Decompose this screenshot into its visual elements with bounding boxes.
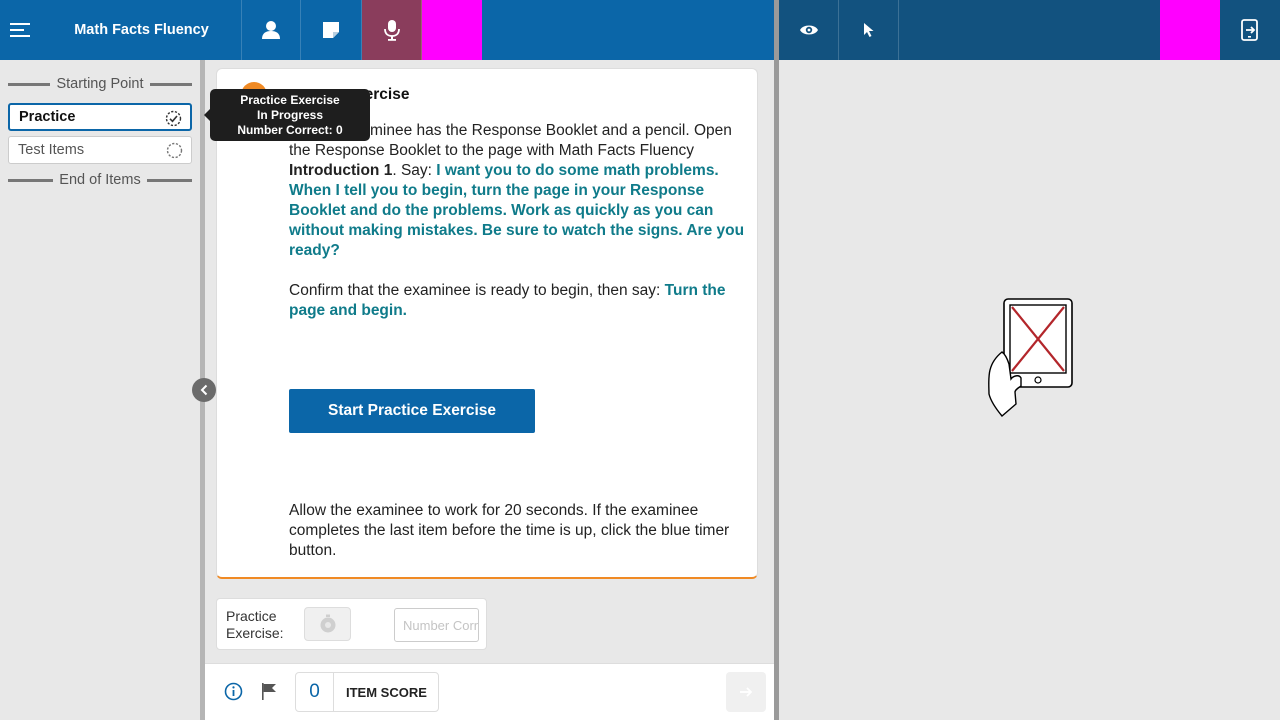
end-of-items-marker: End of Items bbox=[8, 172, 192, 188]
microphone-icon bbox=[383, 20, 400, 41]
exit-button[interactable] bbox=[1220, 0, 1280, 60]
examinee-button[interactable] bbox=[242, 0, 301, 60]
start-practice-exercise-button[interactable]: Start Practice Exercise bbox=[289, 389, 535, 433]
view-button[interactable] bbox=[779, 0, 839, 60]
divider-line bbox=[8, 178, 54, 182]
tablet-disconnected-icon bbox=[988, 298, 1073, 417]
sidebar-item-test-items[interactable]: Test Items bbox=[8, 136, 192, 164]
tooltip-status: In Progress bbox=[256, 108, 324, 122]
instruction-paragraph-1: that the examinee has the Response Bookl… bbox=[289, 121, 745, 261]
microphone-button[interactable] bbox=[362, 0, 422, 60]
app-title: Math Facts Fluency bbox=[42, 0, 242, 60]
sidebar-item-practice[interactable]: Practice bbox=[8, 103, 192, 131]
arrow-right-icon bbox=[740, 687, 753, 697]
starting-point-label: Starting Point bbox=[56, 76, 144, 92]
end-of-items-label: End of Items bbox=[59, 172, 141, 188]
practice-exercise-label: Practice Exercise: bbox=[226, 608, 284, 641]
divider-line bbox=[146, 178, 192, 182]
stopwatch-icon bbox=[320, 614, 335, 633]
highlight-block-left bbox=[422, 0, 482, 60]
instruction-paragraph-2: Confirm that the examinee is ready to be… bbox=[289, 281, 745, 321]
divider-line bbox=[8, 82, 51, 86]
next-item-button[interactable] bbox=[726, 672, 766, 712]
menu-button[interactable] bbox=[0, 0, 42, 60]
number-correct-input[interactable] bbox=[394, 608, 479, 642]
practice-exercise-panel: Practice Exercise: bbox=[216, 598, 487, 650]
bottom-bar bbox=[205, 663, 774, 720]
exit-icon bbox=[1241, 19, 1258, 41]
tooltip-number-correct: Number Correct: 0 bbox=[237, 123, 343, 137]
timer-button[interactable] bbox=[304, 607, 351, 641]
item-status-tooltip: Practice Exercise In Progress Number Cor… bbox=[204, 89, 370, 141]
sidebar-item-label: Practice bbox=[19, 109, 76, 125]
introduction-reference: Introduction 1 bbox=[289, 162, 393, 179]
not-started-icon bbox=[166, 142, 183, 159]
sidebar-item-label: Test Items bbox=[18, 142, 85, 158]
chevron-left-icon bbox=[200, 384, 208, 396]
menu-icon bbox=[10, 23, 30, 37]
pointer-icon bbox=[863, 23, 873, 37]
person-icon bbox=[262, 21, 280, 39]
in-progress-check-icon bbox=[165, 110, 182, 127]
info-icon[interactable] bbox=[224, 682, 243, 701]
eye-icon bbox=[799, 25, 818, 35]
timing-instruction: Allow the examinee to work for 20 second… bbox=[289, 502, 730, 559]
notes-icon bbox=[323, 22, 339, 38]
tooltip-title: Practice Exercise bbox=[240, 93, 340, 107]
starting-point-marker: Starting Point bbox=[8, 76, 192, 92]
collapse-sidebar-button[interactable] bbox=[192, 378, 216, 402]
pointer-button[interactable] bbox=[839, 0, 899, 60]
instruction-text: that the examinee has the Response Bookl… bbox=[289, 121, 745, 321]
say-prefix: . Say: bbox=[392, 162, 437, 179]
flag-icon[interactable] bbox=[260, 682, 278, 701]
item-score-box: 0 ITEM SCORE bbox=[295, 672, 439, 712]
highlight-block-right bbox=[1160, 0, 1220, 60]
notes-button[interactable] bbox=[301, 0, 362, 60]
confirm-instruction: Confirm that the examinee is ready to be… bbox=[289, 282, 665, 299]
divider-line bbox=[149, 82, 192, 86]
item-score-value[interactable]: 0 bbox=[296, 673, 334, 711]
item-score-label: ITEM SCORE bbox=[346, 684, 427, 700]
